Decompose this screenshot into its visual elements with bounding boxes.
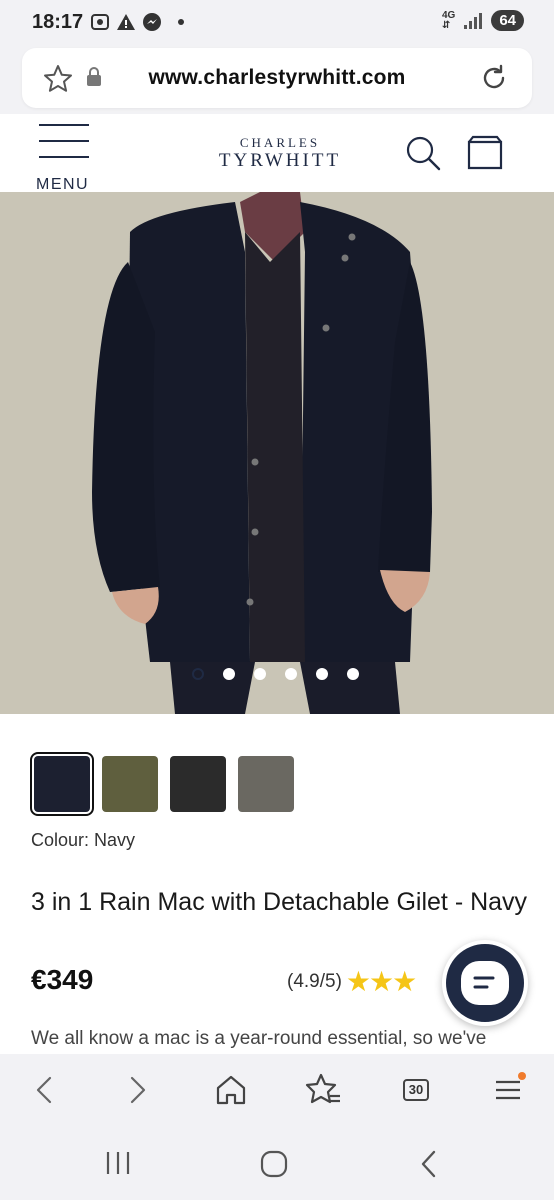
hamburger-menu-icon (496, 1072, 526, 1100)
gallery-dot[interactable] (347, 668, 359, 680)
url-text[interactable]: www.charlestyrwhitt.com (22, 66, 532, 90)
home-nav-icon[interactable] (258, 1148, 290, 1180)
site-header: MENU CHARLES TYRWHITT (0, 114, 554, 193)
bookmarks-icon[interactable] (303, 1070, 343, 1110)
back-arrow-icon[interactable] (24, 1070, 64, 1110)
browser-menu-button[interactable] (488, 1070, 528, 1110)
status-right: 4G ⇵ 64 (442, 10, 524, 31)
address-bar[interactable]: www.charlestyrwhitt.com (22, 48, 532, 108)
product-rating[interactable]: (4.9/5) ★★★ (287, 966, 417, 997)
recent-apps-icon[interactable] (100, 1148, 136, 1178)
battery-indicator: 64 (491, 10, 524, 31)
gallery-pagination[interactable] (192, 668, 359, 680)
brand-logo[interactable]: CHARLES TYRWHITT (200, 136, 360, 172)
forward-arrow-icon[interactable] (118, 1070, 158, 1110)
product-description: We all know a mac is a year-round essent… (31, 1028, 487, 1049)
colour-swatches (30, 752, 294, 816)
product-title: 3 in 1 Rain Mac with Detachable Gilet - … (31, 888, 528, 916)
swatch-navy[interactable] (30, 752, 94, 816)
colour-selection: Colour: Navy (31, 830, 135, 851)
gallery-dot[interactable] (192, 668, 204, 680)
screenshot-icon (91, 14, 109, 30)
rating-text: (4.9/5) (287, 971, 342, 992)
home-icon[interactable] (211, 1070, 251, 1110)
back-nav-icon[interactable] (414, 1148, 446, 1180)
menu-button[interactable]: MENU (34, 124, 94, 193)
reload-icon[interactable] (478, 62, 510, 94)
gallery-dot[interactable] (254, 668, 266, 680)
status-bar: 18:17 4G ⇵ 64 (0, 0, 554, 46)
chat-button[interactable] (442, 940, 528, 1026)
signal-icon (464, 12, 483, 29)
chat-bubble-icon (461, 961, 509, 1005)
warning-icon (117, 14, 135, 30)
network-icon: 4G ⇵ (441, 9, 456, 31)
product-image-gallery[interactable] (0, 192, 554, 714)
tabs-count: 30 (403, 1079, 429, 1101)
gallery-dot[interactable] (285, 668, 297, 680)
dot-icon (178, 19, 184, 25)
colour-value: Navy (94, 830, 136, 850)
swatch-olive[interactable] (102, 756, 158, 812)
swatch-black[interactable] (170, 756, 226, 812)
rating-stars-icon: ★★★ (345, 966, 417, 997)
tabs-button[interactable]: 30 (396, 1070, 436, 1110)
product-photo (0, 192, 554, 714)
hamburger-icon (34, 124, 94, 158)
shopping-bag-icon[interactable] (466, 134, 504, 172)
notification-icons (90, 10, 188, 34)
swatch-grey[interactable] (238, 756, 294, 812)
colour-label: Colour: (31, 830, 90, 850)
product-price: €349 (31, 964, 94, 995)
system-navigation-bar (0, 1126, 554, 1200)
gallery-dot[interactable] (316, 668, 328, 680)
browser-toolbar: 30 (0, 1054, 554, 1126)
search-icon[interactable] (404, 134, 442, 172)
status-time: 18:17 (32, 11, 84, 33)
gallery-dot[interactable] (223, 668, 235, 680)
messenger-icon (143, 13, 161, 31)
